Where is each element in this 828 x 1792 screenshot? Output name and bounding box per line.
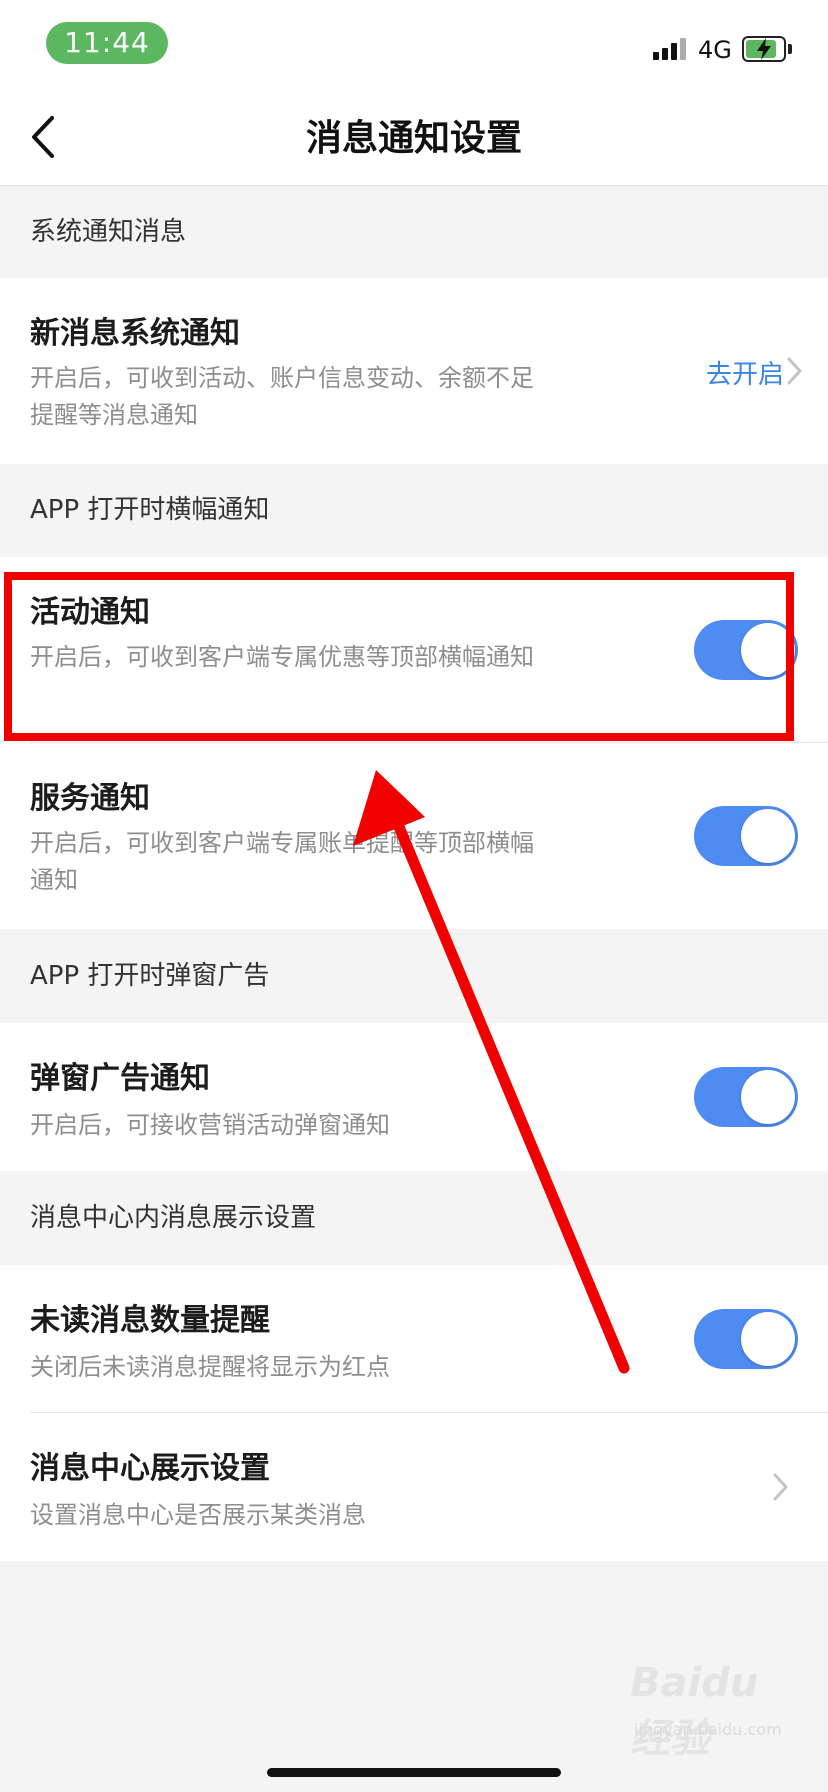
network-type: 4G	[698, 36, 732, 64]
chevron-right-icon	[787, 357, 802, 385]
row-title: 活动通知	[30, 595, 150, 630]
chevron-left-icon	[32, 116, 54, 158]
row-description: 开启后，可收到活动、账户信息变动、余额不足提醒等消息通知	[30, 364, 534, 429]
nav-bar: 消息通知设置	[0, 92, 828, 186]
baidu-watermark-logo: Baidu经验 jingyan.baidu.com	[630, 1660, 782, 1762]
row-activity-notify: 活动通知 开启后，可收到客户端专属优惠等顶部横幅通知	[0, 557, 828, 743]
row-title: 服务通知	[30, 781, 150, 816]
unread-count-toggle[interactable]	[694, 1309, 798, 1369]
back-button[interactable]	[26, 112, 66, 162]
page-title: 消息通知设置	[305, 118, 522, 159]
row-unread-count-reminder: 未读消息数量提醒 关闭后未读消息提醒将显示为红点	[0, 1265, 828, 1413]
row-message-center-display[interactable]: 消息中心展示设置 设置消息中心是否展示某类消息	[0, 1413, 828, 1561]
section-header-message-center: 消息中心内消息展示设置	[0, 1171, 828, 1265]
section-header-popup: APP 打开时弹窗广告	[0, 929, 828, 1023]
row-new-message-system-notify[interactable]: 新消息系统通知 开启后，可收到活动、账户信息变动、余额不足提醒等消息通知 去开启	[0, 278, 828, 464]
section-header-banner: APP 打开时横幅通知	[0, 464, 828, 557]
home-indicator	[267, 1768, 561, 1777]
row-popup-ad-notify: 弹窗广告通知 开启后，可接收营销活动弹窗通知	[0, 1023, 828, 1171]
row-description: 开启后，可收到客户端专属优惠等顶部横幅通知	[30, 643, 534, 671]
row-title: 新消息系统通知	[30, 316, 240, 351]
popup-ad-toggle[interactable]	[694, 1067, 798, 1127]
row-description: 关闭后未读消息提醒将显示为红点	[30, 1353, 390, 1381]
battery-charging-icon	[742, 36, 792, 62]
enable-link[interactable]: 去开启	[706, 354, 784, 391]
activity-notify-toggle[interactable]	[694, 620, 798, 680]
row-description: 设置消息中心是否展示某类消息	[30, 1501, 366, 1529]
row-service-notify: 服务通知 开启后，可收到客户端专属账单提醒等顶部横幅通知	[0, 743, 828, 929]
status-time: 11:44	[46, 22, 168, 64]
chevron-right-icon	[773, 1473, 788, 1501]
service-notify-toggle[interactable]	[694, 806, 798, 866]
row-description: 开启后，可接收营销活动弹窗通知	[30, 1111, 390, 1139]
section-header-system: 系统通知消息	[0, 187, 828, 278]
status-bar: 11:44 4G	[0, 0, 828, 92]
row-title: 未读消息数量提醒	[30, 1303, 270, 1338]
row-title: 弹窗广告通知	[30, 1061, 210, 1096]
row-title: 消息中心展示设置	[30, 1451, 270, 1486]
signal-icon	[653, 38, 689, 60]
row-description: 开启后，可收到客户端专属账单提醒等顶部横幅通知	[30, 829, 534, 894]
